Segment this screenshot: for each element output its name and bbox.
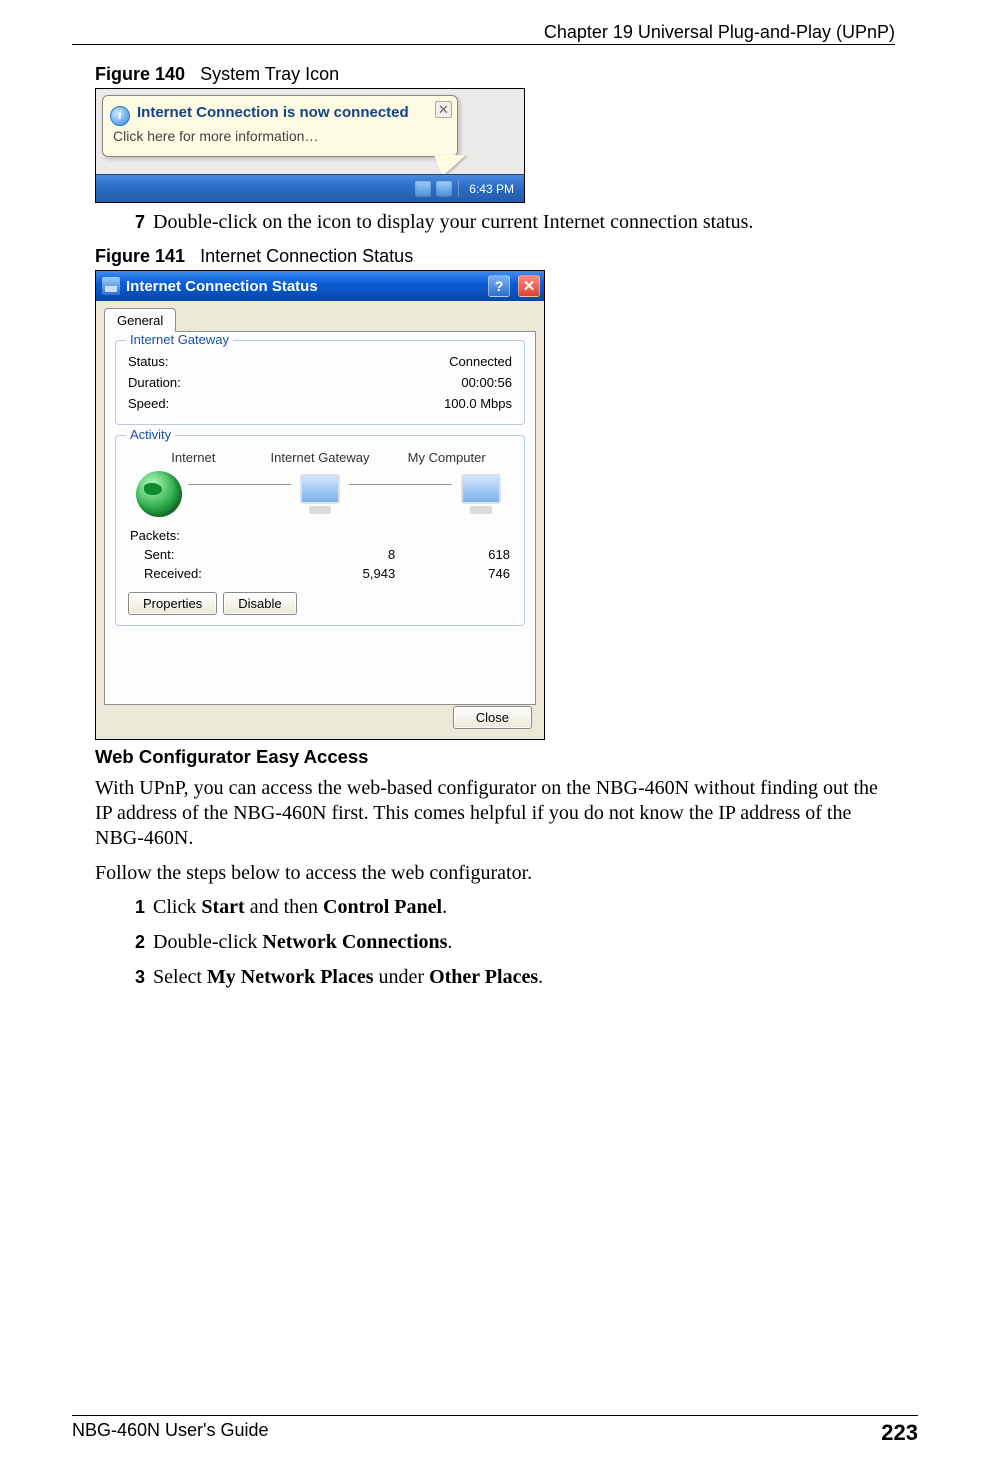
step-3-post: . [538, 966, 543, 988]
figure140-caption: System Tray Icon [200, 64, 339, 84]
section-para2: Follow the steps below to access the web… [95, 861, 895, 886]
step-1-b2: Control Panel [323, 896, 442, 918]
titlebar: Internet Connection Status ? ✕ [96, 271, 544, 301]
chapter-title: Chapter 19 Universal Plug-and-Play (UPnP… [544, 22, 895, 42]
balloon-close-button[interactable]: ✕ [435, 101, 452, 118]
figure141-label: Figure 141 Internet Connection Status [95, 246, 895, 267]
step-3-b1: My Network Places [207, 966, 374, 988]
help-button[interactable]: ? [488, 275, 510, 297]
taskbar: 6:43 PM [96, 174, 524, 202]
label-status: Status: [128, 354, 168, 369]
tab-panel-general: Internet Gateway Status: Connected Durati… [104, 331, 536, 705]
figure140-image: i Internet Connection is now connected C… [95, 88, 525, 203]
value-sent-pc: 618 [397, 546, 510, 563]
step-3: 3 Select My Network Places under Other Pl… [135, 966, 895, 989]
step-2-b1: Network Connections [262, 931, 447, 953]
step-1-mid: and then [245, 896, 323, 918]
section-heading: Web Configurator Easy Access [95, 746, 895, 768]
tab-strip: General [96, 301, 544, 331]
packets-table: Packets: Sent: 8 618 Received: 5,943 746 [128, 525, 512, 584]
tab-general[interactable]: General [104, 308, 176, 332]
gateway-pc-icon [297, 474, 343, 514]
network-icon[interactable] [415, 181, 431, 197]
figure141-dialog: Internet Connection Status ? ✕ General I… [95, 270, 545, 740]
my-pc-icon [458, 474, 504, 514]
step-2-pre: Double-click [153, 931, 262, 953]
step-2-number: 2 [135, 932, 145, 952]
properties-button[interactable]: Properties [128, 592, 217, 615]
taskbar-clock: 6:43 PM [469, 182, 514, 196]
systray-icons[interactable] [415, 181, 459, 197]
page-footer: NBG-460N User's Guide 223 [72, 1415, 918, 1446]
figure140-label: Figure 140 System Tray Icon [95, 64, 895, 85]
section-para1: With UPnP, you can access the web-based … [95, 776, 895, 851]
step-2-post: . [447, 931, 452, 953]
value-speed: 100.0 Mbps [444, 396, 512, 411]
legend-activity: Activity [126, 427, 175, 442]
figure141-number: Figure 141 [95, 246, 185, 266]
step-1-number: 1 [135, 897, 145, 917]
step-1-post: . [442, 896, 447, 918]
label-speed: Speed: [128, 396, 169, 411]
systray-balloon[interactable]: i Internet Connection is now connected C… [102, 95, 458, 157]
step-3-b2: Other Places [429, 966, 538, 988]
connection-line-1 [188, 484, 291, 485]
step-1: 1 Click Start and then Control Panel. [135, 896, 895, 919]
step-1-b1: Start [201, 896, 244, 918]
label-sent: Sent: [130, 546, 280, 563]
label-duration: Duration: [128, 375, 181, 390]
value-status: Connected [449, 354, 512, 369]
value-recv-gw: 5,943 [282, 565, 395, 582]
balloon-subtext: Click here for more information… [113, 128, 318, 144]
label-packets: Packets: [130, 527, 510, 544]
step-3-mid: under [374, 966, 430, 988]
value-duration: 00:00:56 [461, 375, 512, 390]
disable-button[interactable]: Disable [223, 592, 296, 615]
group-activity: Activity Internet Internet Gateway My Co… [115, 435, 525, 626]
value-sent-gw: 8 [282, 546, 395, 563]
page-header: Chapter 19 Universal Plug-and-Play (UPnP… [72, 22, 895, 45]
balloon-title: Internet Connection is now connected [137, 104, 409, 121]
footer-page-number: 223 [881, 1420, 918, 1446]
info-icon: i [110, 106, 130, 126]
value-recv-pc: 746 [397, 565, 510, 582]
close-button[interactable]: ✕ [518, 275, 540, 297]
step-2: 2 Double-click Network Connections. [135, 931, 895, 954]
step-1-pre: Click [153, 896, 201, 918]
col-gateway: Internet Gateway [257, 450, 384, 465]
close-dialog-button[interactable]: Close [453, 706, 532, 729]
col-internet: Internet [130, 450, 257, 465]
step-3-pre: Select [153, 966, 207, 988]
step-7-number: 7 [135, 212, 145, 232]
network-icon-2[interactable] [436, 181, 452, 197]
figure140-number: Figure 140 [95, 64, 185, 84]
col-computer: My Computer [383, 450, 510, 465]
group-internet-gateway: Internet Gateway Status:Connected Durati… [115, 340, 525, 425]
step-7-text: Double-click on the icon to display your… [153, 211, 753, 233]
footer-guide: NBG-460N User's Guide [72, 1420, 269, 1446]
figure141-caption: Internet Connection Status [200, 246, 413, 266]
globe-icon [136, 471, 182, 517]
window-icon [102, 277, 120, 295]
window-title: Internet Connection Status [126, 278, 318, 295]
legend-gateway: Internet Gateway [126, 332, 233, 347]
step-7: 7 Double-click on the icon to display you… [135, 211, 895, 234]
step-3-number: 3 [135, 967, 145, 987]
connection-line-2 [349, 484, 452, 485]
label-received: Received: [130, 565, 280, 582]
